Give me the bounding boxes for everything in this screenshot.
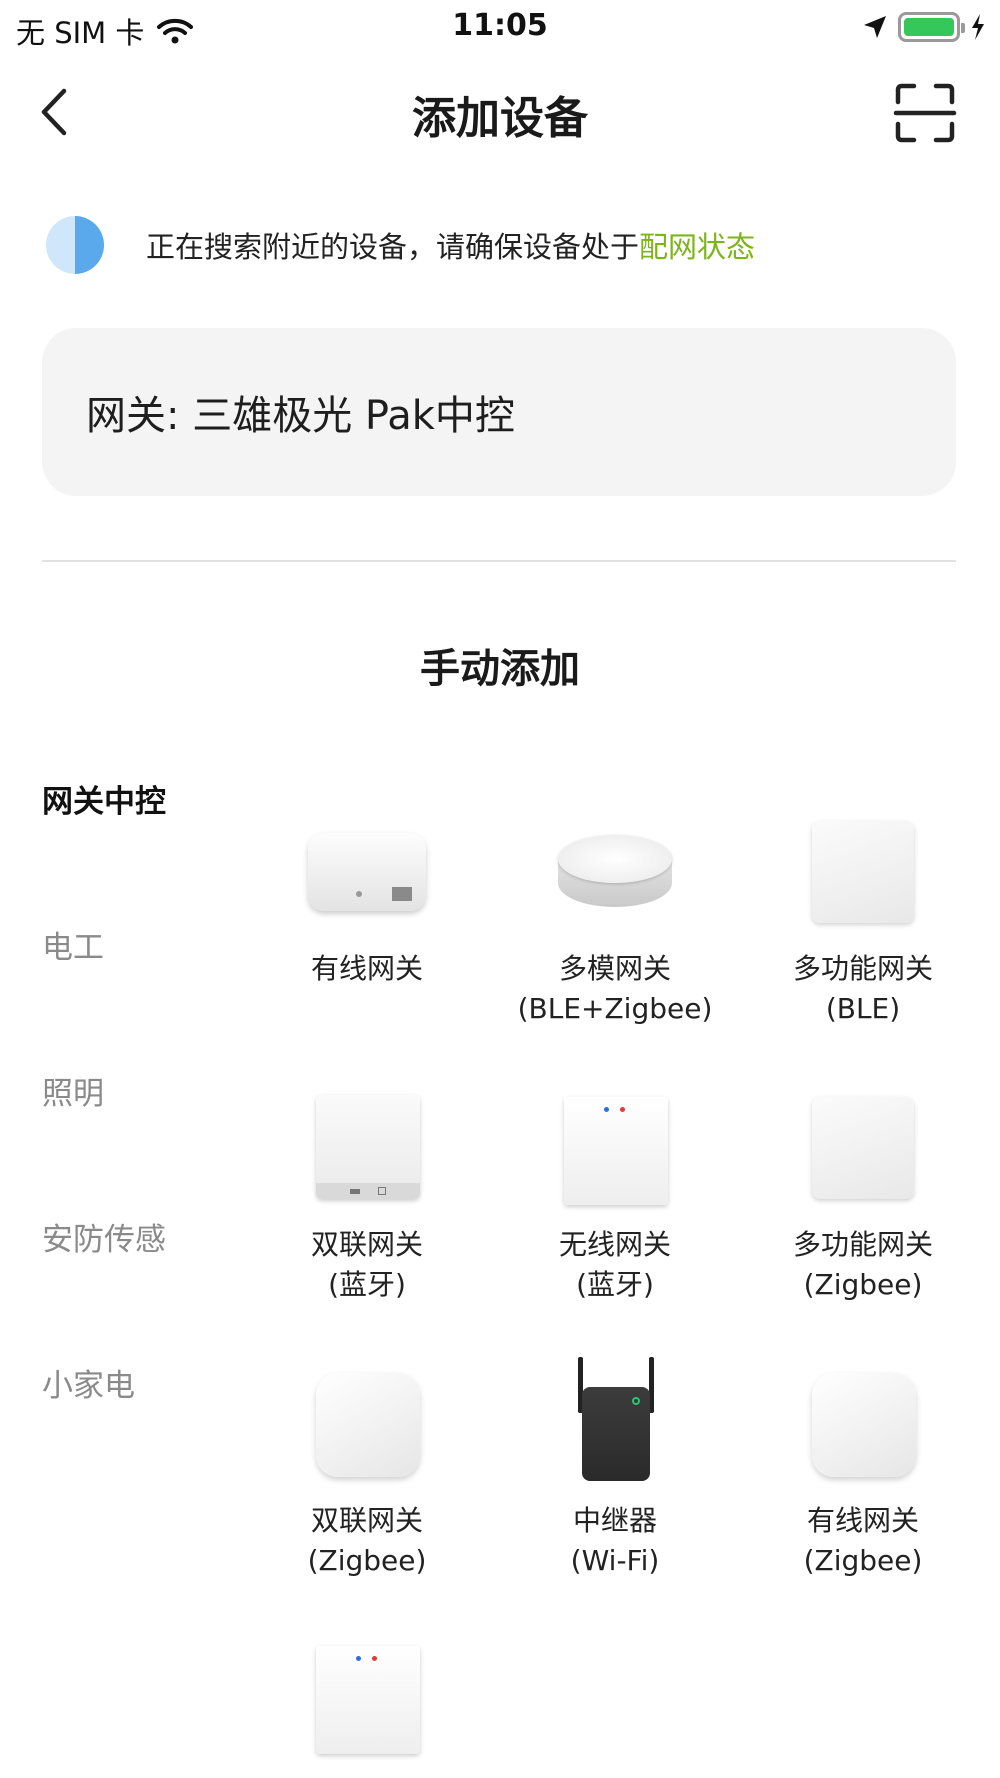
- gateway-label: 网关: 三雄极光 Pak中控: [86, 393, 515, 439]
- device-sub: (Zigbee): [803, 1544, 923, 1577]
- device-image: [252, 1367, 482, 1487]
- device-name: 有线网关: [806, 1504, 919, 1537]
- device-image: [748, 815, 978, 935]
- device-gateway-partial[interactable]: [252, 1640, 482, 1774]
- puck-gateway-icon: [558, 835, 672, 915]
- category-item-electrical[interactable]: 电工: [42, 922, 104, 967]
- category-item-small-appliances[interactable]: 小家电: [42, 1360, 135, 1405]
- wired-gateway-icon: [308, 833, 426, 911]
- device-image: [252, 1091, 482, 1211]
- device-sub: (Zigbee): [803, 1268, 923, 1301]
- device-repeater-wifi[interactable]: 中继器 (Wi-Fi): [500, 1357, 730, 1581]
- device-sub: (Zigbee): [307, 1544, 427, 1577]
- device-image: [500, 1091, 730, 1211]
- dual-gateway-icon: [316, 1095, 420, 1199]
- device-name: 双联网关: [310, 1504, 423, 1537]
- device-dual-gateway-bt[interactable]: 双联网关 (蓝牙): [252, 1091, 482, 1305]
- device-image: [748, 1367, 978, 1487]
- device-name: 有线网关: [310, 952, 423, 985]
- rounded-gateway-icon: [316, 1373, 420, 1477]
- device-name: 多功能网关: [792, 1228, 933, 1261]
- repeater-icon: [576, 1357, 656, 1487]
- search-status: 正在搜索附近的设备，请确保设备处于配网状态: [46, 215, 755, 275]
- wireless-gateway-icon: [316, 1646, 420, 1754]
- device-image: [500, 815, 730, 935]
- device-image: [500, 1357, 730, 1487]
- square-gateway-icon: [812, 1097, 914, 1199]
- searching-spinner-icon: [46, 216, 104, 274]
- battery-icon: [898, 12, 965, 42]
- charging-bolt-icon: [972, 14, 984, 40]
- category-item-security-sensors[interactable]: 安防传感: [42, 1214, 166, 1259]
- category-item-gateway[interactable]: 网关中控: [42, 776, 166, 821]
- status-bar: 无 SIM 卡 11:05: [0, 0, 1000, 56]
- square-gateway-icon: [812, 821, 914, 923]
- search-status-text: 正在搜索附近的设备，请确保设备处于配网状态: [146, 224, 755, 266]
- rounded-gateway-icon: [812, 1373, 916, 1477]
- device-multimode-gateway[interactable]: 多模网关 (BLE+Zigbee): [500, 815, 730, 1029]
- device-wired-gateway-zigbee[interactable]: 有线网关 (Zigbee): [748, 1367, 978, 1581]
- device-wireless-gateway-bt[interactable]: 无线网关 (蓝牙): [500, 1091, 730, 1305]
- device-name: 无线网关: [558, 1228, 671, 1261]
- device-name: 多功能网关: [792, 952, 933, 985]
- status-time: 11:05: [452, 8, 548, 43]
- device-name: 多模网关: [558, 952, 671, 985]
- section-title: 手动添加: [420, 646, 580, 692]
- pairing-mode-link[interactable]: 配网状态: [639, 230, 755, 264]
- device-name: 双联网关: [310, 1228, 423, 1261]
- device-sub: (蓝牙): [328, 1268, 406, 1301]
- wireless-gateway-icon: [564, 1097, 668, 1205]
- divider: [42, 560, 956, 562]
- search-message: 正在搜索附近的设备，请确保设备处于: [146, 230, 640, 264]
- device-image: [748, 1091, 978, 1211]
- device-wired-gateway[interactable]: 有线网关: [252, 815, 482, 989]
- device-sub: (BLE): [825, 992, 901, 1025]
- gateway-card[interactable]: 网关: 三雄极光 Pak中控: [42, 328, 956, 496]
- location-arrow-icon: [864, 16, 886, 38]
- device-dual-gateway-zigbee[interactable]: 双联网关 (Zigbee): [252, 1367, 482, 1581]
- device-multifunction-gateway-ble[interactable]: 多功能网关 (BLE): [748, 815, 978, 1029]
- battery-tip: [961, 23, 965, 33]
- category-item-lighting[interactable]: 照明: [42, 1068, 104, 1113]
- device-image: [252, 1640, 482, 1760]
- scan-button[interactable]: [892, 80, 958, 146]
- device-multifunction-gateway-zigbee[interactable]: 多功能网关 (Zigbee): [748, 1091, 978, 1305]
- scan-icon: [893, 83, 957, 143]
- battery-fill: [904, 18, 954, 36]
- page-title: 添加设备: [412, 93, 588, 144]
- status-right: [862, 12, 986, 42]
- device-image: [252, 815, 482, 935]
- device-sub: (Wi-Fi): [570, 1544, 660, 1577]
- device-name: 中继器: [572, 1504, 657, 1537]
- device-sub: (BLE+Zigbee): [517, 992, 713, 1025]
- nav-bar: 添加设备: [0, 58, 1000, 168]
- device-sub: (蓝牙): [576, 1268, 654, 1301]
